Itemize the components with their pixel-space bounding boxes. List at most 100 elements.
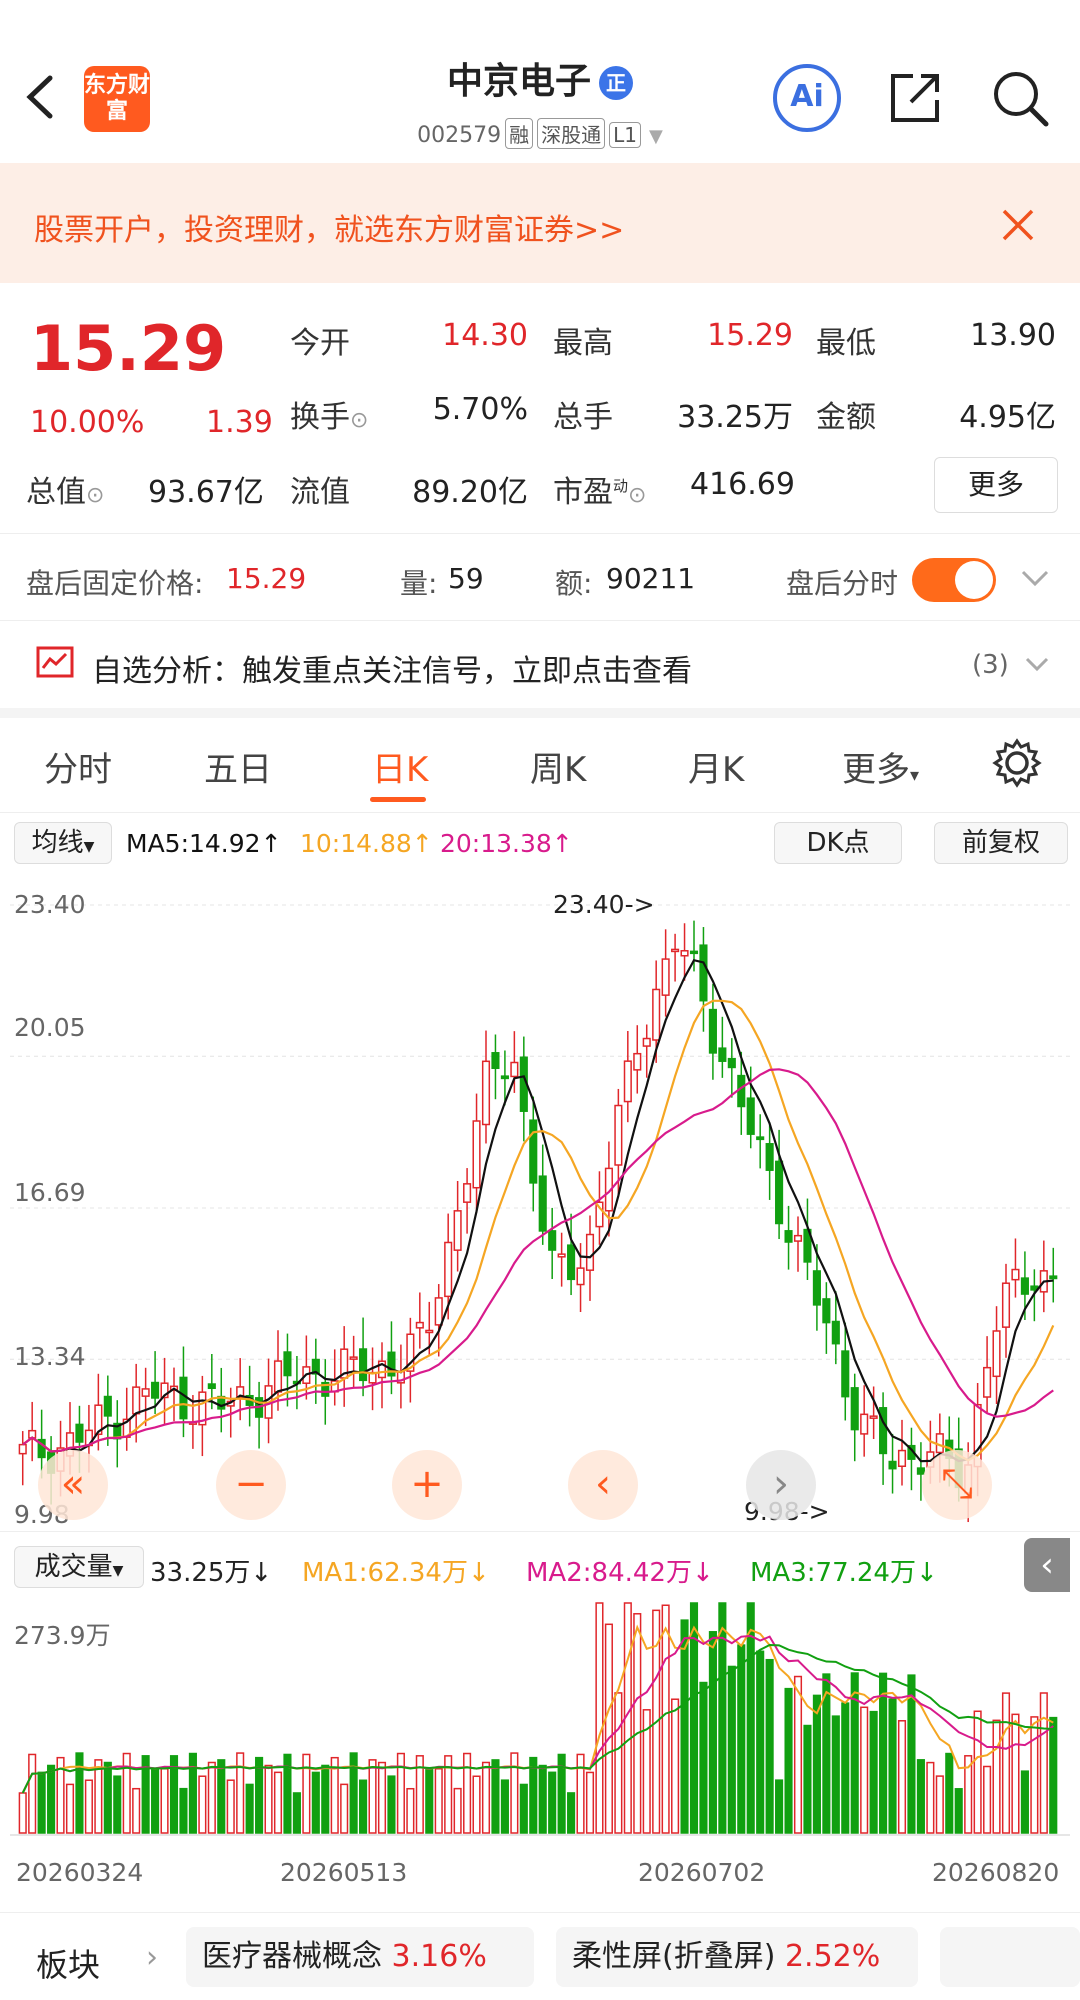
volume-bar xyxy=(850,1672,859,1834)
scroll-left-button[interactable]: ‹ xyxy=(568,1450,638,1520)
tab-weekly-k[interactable]: 周K xyxy=(530,742,586,791)
divider xyxy=(0,1531,1080,1532)
candle-body xyxy=(359,1348,368,1382)
candle-body xyxy=(727,1057,736,1069)
banner-text[interactable]: 股票开户，投资理财，就选东方财富证券>> xyxy=(34,205,624,249)
volume-bar xyxy=(708,1631,717,1834)
volume-bar xyxy=(1020,1770,1029,1834)
tag-l1: L1 xyxy=(609,122,641,148)
volume-readout: 33.25万↓ xyxy=(150,1558,273,1588)
dropdown-icon: ▼ xyxy=(649,126,663,147)
close-icon[interactable] xyxy=(1000,207,1036,243)
chevron-down-icon[interactable] xyxy=(1020,568,1050,588)
chevron-down-icon[interactable] xyxy=(1024,655,1050,673)
sector-chip[interactable]: 柔性屏(折叠屏) 2.52% xyxy=(556,1927,918,1987)
volume-chart[interactable] xyxy=(10,1598,1070,1838)
candle-body xyxy=(642,1037,651,1047)
volume-bar xyxy=(425,1768,434,1834)
volume-bar xyxy=(538,1764,547,1834)
candle-body xyxy=(425,1329,434,1334)
candle-body xyxy=(983,1366,992,1398)
tab-more[interactable]: 更多▾ xyxy=(842,742,919,791)
volume-bar xyxy=(245,1783,254,1834)
volume-bar xyxy=(406,1787,415,1834)
turnover-label[interactable]: 换手⊙ xyxy=(290,392,368,436)
volume-bar xyxy=(368,1759,377,1834)
volume-bar xyxy=(1049,1716,1058,1834)
tab-intraday[interactable]: 分时 xyxy=(44,742,112,791)
volume-bar xyxy=(812,1694,821,1834)
candle-body xyxy=(510,1061,519,1078)
candlestick-chart[interactable] xyxy=(10,875,1070,1531)
sector-chip[interactable] xyxy=(940,1927,1080,1987)
volume-bar xyxy=(548,1771,557,1834)
date-axis-label: 20260820 xyxy=(932,1858,1060,1887)
search-icon[interactable] xyxy=(990,68,1050,128)
after-hours-amt: 90211 xyxy=(606,562,696,595)
candle-body xyxy=(633,1052,642,1071)
vol-ma3-readout: MA3:77.24万↓ xyxy=(750,1558,938,1588)
candle-body xyxy=(18,1443,27,1455)
candle-body xyxy=(415,1321,424,1329)
scroll-start-button[interactable]: « xyxy=(38,1450,108,1520)
more-button[interactable]: 更多 xyxy=(934,457,1058,513)
ai-button[interactable]: Ai xyxy=(773,64,841,132)
tab-five-day[interactable]: 五日 xyxy=(204,742,272,791)
adjust-selector[interactable]: 前复权 xyxy=(934,822,1068,864)
volume-bar xyxy=(897,1720,907,1834)
share-icon[interactable] xyxy=(885,68,945,128)
volume-axis-label: 273.9万 xyxy=(14,1621,111,1650)
sector-chip[interactable]: 医疗器械概念 3.16% xyxy=(186,1927,534,1987)
settings-gear-icon[interactable] xyxy=(990,736,1044,790)
analysis-text[interactable]: 自选分析：触发重点关注信号，立即点击查看 xyxy=(92,646,692,690)
candle-body xyxy=(434,1297,443,1326)
volume-bar xyxy=(273,1771,283,1834)
volume-bar xyxy=(945,1752,954,1834)
open-label: 今开 xyxy=(290,326,350,361)
volume-bar xyxy=(377,1761,387,1834)
volume-bar xyxy=(935,1775,944,1834)
candle-body xyxy=(831,1320,840,1345)
candle-body xyxy=(179,1376,188,1420)
candle-body xyxy=(463,1183,472,1203)
info-icon: ⊙ xyxy=(350,408,369,433)
chevron-right-icon[interactable]: › xyxy=(146,1940,158,1975)
candle-body xyxy=(1020,1277,1029,1295)
analysis-chart-icon xyxy=(36,646,74,678)
tag-rong: 融 xyxy=(505,118,534,149)
collapse-panel-button[interactable]: ‹ xyxy=(1024,1538,1070,1592)
volume-bar xyxy=(737,1644,746,1834)
ma-selector[interactable]: 均线▼ xyxy=(14,822,112,864)
vol-ma1-readout: MA1:62.34万↓ xyxy=(302,1558,490,1588)
candle-body xyxy=(1049,1275,1058,1280)
mcap-label[interactable]: 总值⊙ xyxy=(26,467,104,511)
volume-bar xyxy=(1039,1692,1048,1834)
pe-label[interactable]: 市盈动⊙ xyxy=(553,467,646,511)
badge-zheng: 正 xyxy=(599,66,633,100)
indicator-selector[interactable]: 成交量▼ xyxy=(14,1546,144,1588)
expand-chart-button[interactable]: ⤡ xyxy=(922,1450,992,1520)
candle-body xyxy=(585,1233,595,1271)
candle-body xyxy=(75,1423,84,1443)
dk-point-selector[interactable]: DK点 xyxy=(774,822,902,864)
promo-banner[interactable]: 股票开户，投资理财，就选东方财富证券>> xyxy=(0,163,1080,283)
volume-bar xyxy=(47,1764,56,1834)
volume-bar xyxy=(255,1756,264,1834)
volume-bar xyxy=(869,1710,878,1834)
volume-bar xyxy=(359,1779,368,1834)
candle-body xyxy=(491,1052,500,1069)
after-hours-toggle-label: 盘后分时 xyxy=(786,567,899,600)
volume-bar xyxy=(340,1783,349,1834)
volume-bar xyxy=(926,1761,935,1834)
tab-monthly-k[interactable]: 月K xyxy=(688,742,744,791)
after-hours-toggle[interactable] xyxy=(912,558,996,602)
scroll-right-button[interactable]: › xyxy=(746,1450,816,1520)
zoom-out-button[interactable]: − xyxy=(216,1450,286,1520)
volume-bar xyxy=(784,1687,793,1834)
volume-bar xyxy=(207,1761,216,1834)
volume-bar xyxy=(103,1761,112,1834)
candle-body xyxy=(500,1075,509,1080)
pe-value: 416.69 xyxy=(690,467,795,502)
zoom-in-button[interactable]: + xyxy=(392,1450,462,1520)
tab-daily-k[interactable]: 日K xyxy=(372,742,428,791)
